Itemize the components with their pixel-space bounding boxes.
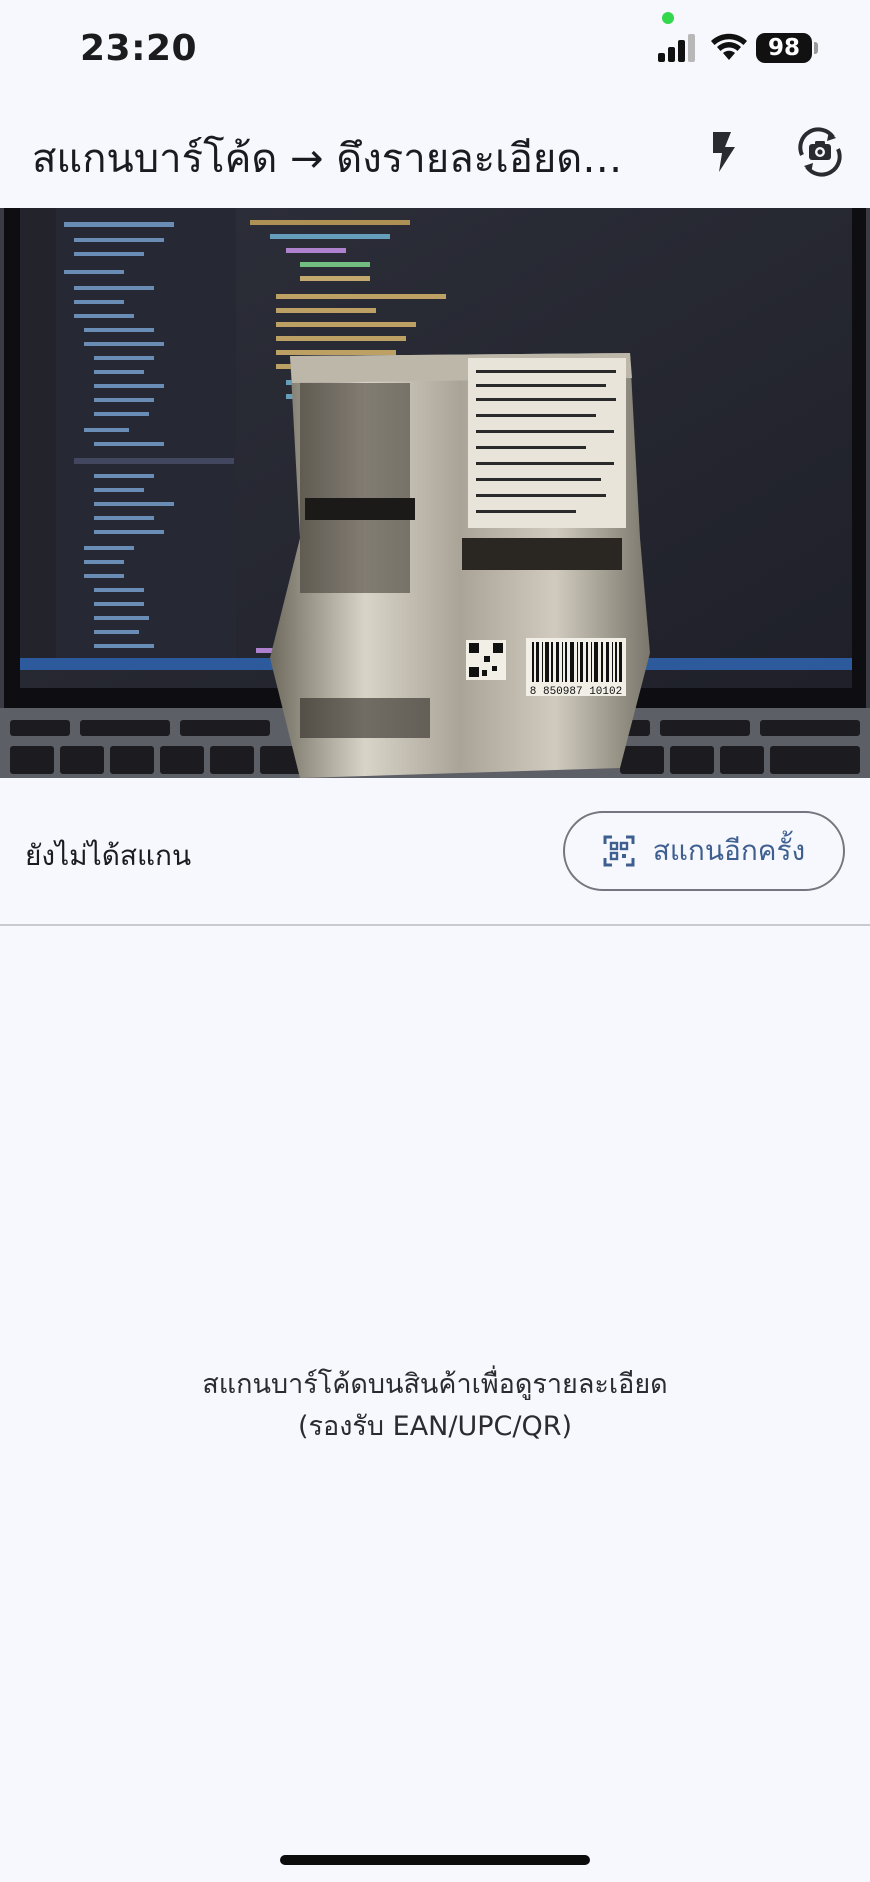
camera-preview[interactable]: 8 850987 10102: [0, 208, 870, 778]
flash-button[interactable]: [698, 124, 750, 180]
status-time: 23:20: [80, 28, 198, 69]
rescan-button[interactable]: สแกนอีกครั้ง: [563, 811, 845, 891]
empty-state-message: สแกนบาร์โค้ดบนสินค้าเพื่อดูรายละเอียด (ร…: [0, 1364, 870, 1448]
barcode-digits: 8 850987 10102: [530, 686, 622, 698]
switch-camera-icon: [798, 127, 842, 177]
camera-in-use-indicator: [662, 12, 674, 24]
status-bar: 23:20 98: [0, 0, 870, 100]
camera-feed-image: 8 850987 10102: [0, 208, 870, 778]
battery-level: 98: [756, 33, 812, 63]
flash-icon: [713, 132, 735, 172]
wifi-icon: [711, 33, 747, 60]
app-bar: สแกนบาร์โค้ด → ดึงรายละเอียดสินค้า: [0, 100, 870, 208]
qr-scan-icon: [603, 835, 635, 867]
rescan-label: สแกนอีกครั้ง: [652, 834, 806, 867]
empty-state-line2: (รองรับ EAN/UPC/QR): [297, 1411, 573, 1442]
scan-status-row: ยังไม่ได้สแกน สแกนอีกครั้ง: [0, 778, 870, 926]
page-title: สแกนบาร์โค้ด → ดึงรายละเอียดสินค้า: [32, 136, 642, 182]
home-indicator[interactable]: [280, 1855, 590, 1865]
divider: [0, 924, 870, 926]
cellular-signal-icon: [658, 34, 695, 62]
empty-state-line1: สแกนบาร์โค้ดบนสินค้าเพื่อดูรายละเอียด: [202, 1369, 668, 1400]
scan-status-text: ยังไม่ได้สแกน: [25, 839, 192, 872]
battery-tip: [814, 42, 818, 54]
product-package: 8 850987 10102: [270, 353, 650, 778]
switch-camera-button[interactable]: [792, 124, 848, 180]
